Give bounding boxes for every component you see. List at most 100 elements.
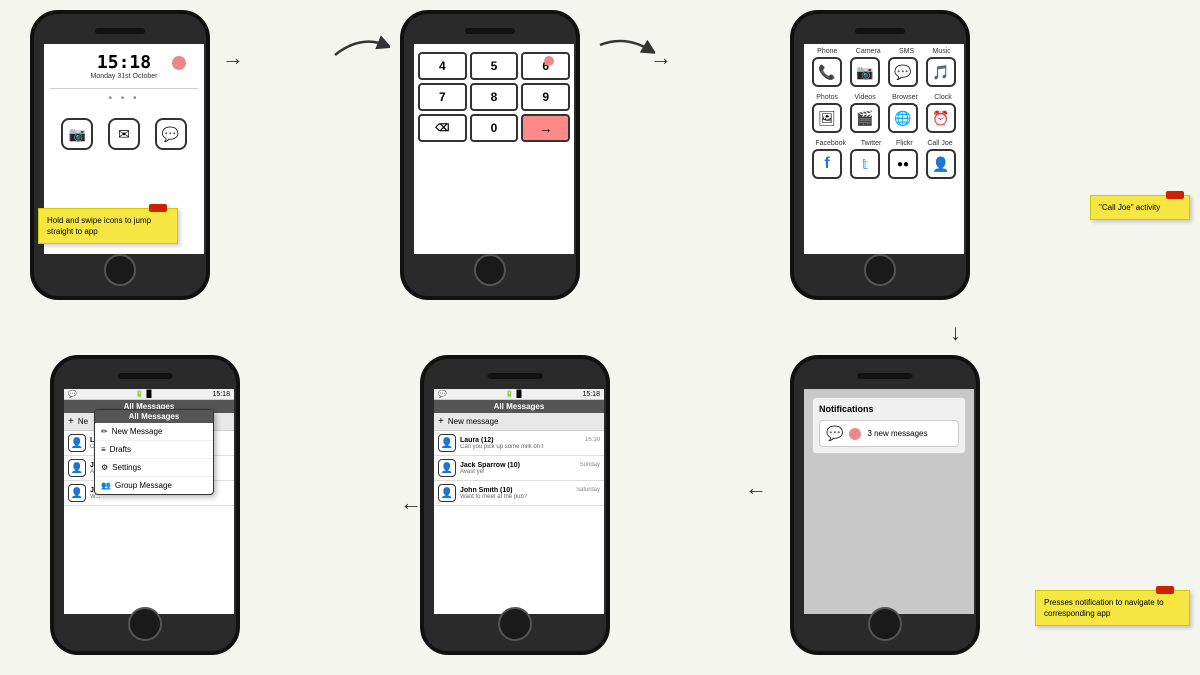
- app-sms[interactable]: 💬: [885, 57, 921, 88]
- phone6-notif-text: 3 new messages: [867, 429, 927, 438]
- phone1-speaker: [95, 28, 145, 34]
- phone3-home-button[interactable]: [864, 254, 896, 286]
- gear-icon: ⚙: [101, 463, 108, 472]
- phone1-camera-icon[interactable]: 📷: [61, 118, 93, 150]
- phone-icon[interactable]: 📞: [812, 57, 842, 87]
- key-8[interactable]: 8: [470, 83, 519, 111]
- dropdown-group[interactable]: 👥 Group Message: [95, 477, 213, 494]
- app-browser[interactable]: 🌐: [885, 103, 921, 134]
- facebook-icon[interactable]: f: [812, 149, 842, 179]
- sticky-note-1-text: Hold and swipe icons to jump straight to…: [47, 216, 151, 236]
- phone3-row1: 📞 📷 💬 🎵: [804, 55, 964, 90]
- phone5-new-label: New message: [448, 417, 499, 426]
- app-twitter[interactable]: 𝕥: [847, 149, 883, 180]
- phone5-avatar-2: 👤: [438, 459, 456, 477]
- phone5-screen: 💬 🔋▐▌ 15:18 All Messages + New message 👤…: [434, 389, 604, 614]
- phone3-header-row: Phone Camera SMS Music: [804, 44, 964, 55]
- phone3-row2: 🖼 🎬 🌐 ⏰: [804, 101, 964, 136]
- drafts-icon: ≡: [101, 445, 106, 454]
- phone5-time: 15:18: [582, 391, 600, 398]
- sms-icon[interactable]: 💬: [888, 57, 918, 87]
- dropdown-header: All Messages: [95, 410, 213, 423]
- phone4-statusbar: 💬 🔋▐▌ 15:18: [64, 389, 234, 400]
- phone5-sender-3: John Smith (10): [460, 487, 513, 494]
- key-7[interactable]: 7: [418, 83, 467, 111]
- phone5-preview-3: Want to meet at the pub?: [460, 494, 600, 500]
- phone5-msg-text-1: Laura (12) 16:30 Can you pick up some mi…: [460, 437, 600, 450]
- key-enter[interactable]: →: [521, 114, 570, 142]
- app-videos[interactable]: 🎬: [847, 103, 883, 134]
- clock-icon[interactable]: ⏰: [926, 103, 956, 133]
- phone6-notification-item[interactable]: 💬 3 new messages: [819, 420, 959, 447]
- phone5-msg-row-1[interactable]: 👤 Laura (12) 16:30 Can you pick up some …: [434, 431, 604, 456]
- phone5-msg-text-3: John Smith (10) Saturday Want to meet at…: [460, 487, 600, 500]
- sticky-note-3-tab: [1156, 586, 1174, 594]
- app-camera[interactable]: 📷: [847, 57, 883, 88]
- app-clock[interactable]: ⏰: [923, 103, 959, 134]
- dropdown-settings[interactable]: ⚙ Settings: [95, 459, 213, 477]
- plus-icon-5: +: [438, 416, 444, 427]
- music-icon[interactable]: 🎵: [926, 57, 956, 87]
- phone6-home-button[interactable]: [868, 607, 902, 641]
- app-photos[interactable]: 🖼: [809, 103, 845, 134]
- phone1-divider: [50, 88, 198, 89]
- phone5-content: 💬 🔋▐▌ 15:18 All Messages + New message 👤…: [434, 389, 604, 614]
- videos-icon[interactable]: 🎬: [850, 103, 880, 133]
- phone5-home-button[interactable]: [498, 607, 532, 641]
- app-calljoe[interactable]: 👤: [923, 149, 959, 180]
- phone5-time-3: Saturday: [576, 487, 600, 494]
- sticky-note-3: Presses notification to navigate to corr…: [1035, 590, 1190, 626]
- phone4-dropdown[interactable]: All Messages ✏ New Message ≡ Drafts ⚙ Se…: [94, 409, 214, 495]
- phone3-speaker: [855, 28, 905, 34]
- app-music[interactable]: 🎵: [923, 57, 959, 88]
- sticky-note-3-text: Presses notification to navigate to corr…: [1044, 598, 1164, 618]
- twitter-icon[interactable]: 𝕥: [850, 149, 880, 179]
- phone1-home-button[interactable]: [104, 254, 136, 286]
- key-4[interactable]: 4: [418, 52, 467, 80]
- phone2-screen: 4 5 6 7 8 9 ⌫ 0 →: [414, 44, 574, 254]
- phone4-home-button[interactable]: [128, 607, 162, 641]
- key-5[interactable]: 5: [470, 52, 519, 80]
- key-0[interactable]: 0: [470, 114, 519, 142]
- label-phone: Phone: [817, 48, 837, 55]
- phone5-msg-row-2[interactable]: 👤 Jack Sparrow (10) Sunday Avast ye!: [434, 456, 604, 481]
- calljoe-icon[interactable]: 👤: [926, 149, 956, 179]
- phone3-content: Phone Camera SMS Music 📞 📷 💬 🎵: [804, 44, 964, 254]
- phone6-notifications-panel: Notifications 💬 3 new messages: [812, 397, 966, 454]
- flickr-icon[interactable]: ●●: [888, 149, 918, 179]
- label-twitter: Twitter: [861, 140, 882, 147]
- phone2-speaker: [465, 28, 515, 34]
- phone2-content: 4 5 6 7 8 9 ⌫ 0 →: [414, 48, 574, 254]
- arrow-left-2: ←: [400, 490, 422, 516]
- key-backspace[interactable]: ⌫: [418, 114, 467, 142]
- label-facebook: Facebook: [815, 140, 846, 147]
- phone1-chat-icon[interactable]: 💬: [155, 118, 187, 150]
- arrow-curve-1: [330, 30, 390, 60]
- dropdown-new-message[interactable]: ✏ New Message: [95, 423, 213, 441]
- phone2-home-button[interactable]: [474, 254, 506, 286]
- app-flickr[interactable]: ●●: [885, 149, 921, 180]
- phone5-statusbar: 💬 🔋▐▌ 15:18: [434, 389, 604, 400]
- phone4-new-label: Ne: [78, 417, 88, 426]
- phone5-new-message-btn[interactable]: + New message: [434, 413, 604, 431]
- app-phone[interactable]: 📞: [809, 57, 845, 88]
- app-facebook[interactable]: f: [809, 149, 845, 180]
- label-photos: Photos: [816, 94, 838, 101]
- phone5-speaker: [488, 373, 543, 379]
- phone5-msg-row-3[interactable]: 👤 John Smith (10) Saturday Want to meet …: [434, 481, 604, 506]
- phone4-battery: 🔋▐▌: [135, 390, 154, 398]
- photos-icon[interactable]: 🖼: [812, 103, 842, 133]
- camera-icon[interactable]: 📷: [850, 57, 880, 87]
- sticky-note-1: Hold and swipe icons to jump straight to…: [38, 208, 178, 244]
- phone5-preview-2: Avast ye!: [460, 469, 600, 475]
- phone5-status-icon: 💬: [438, 390, 447, 398]
- browser-icon[interactable]: 🌐: [888, 103, 918, 133]
- arrow-curve-2: [595, 30, 655, 60]
- group-icon: 👥: [101, 481, 111, 490]
- phone5-battery: 🔋▐▌: [505, 390, 524, 398]
- phone1-mail-icon[interactable]: ✉: [108, 118, 140, 150]
- label-flickr: Flickr: [896, 140, 913, 147]
- key-9[interactable]: 9: [521, 83, 570, 111]
- notif-dot: [849, 428, 861, 440]
- dropdown-drafts[interactable]: ≡ Drafts: [95, 441, 213, 459]
